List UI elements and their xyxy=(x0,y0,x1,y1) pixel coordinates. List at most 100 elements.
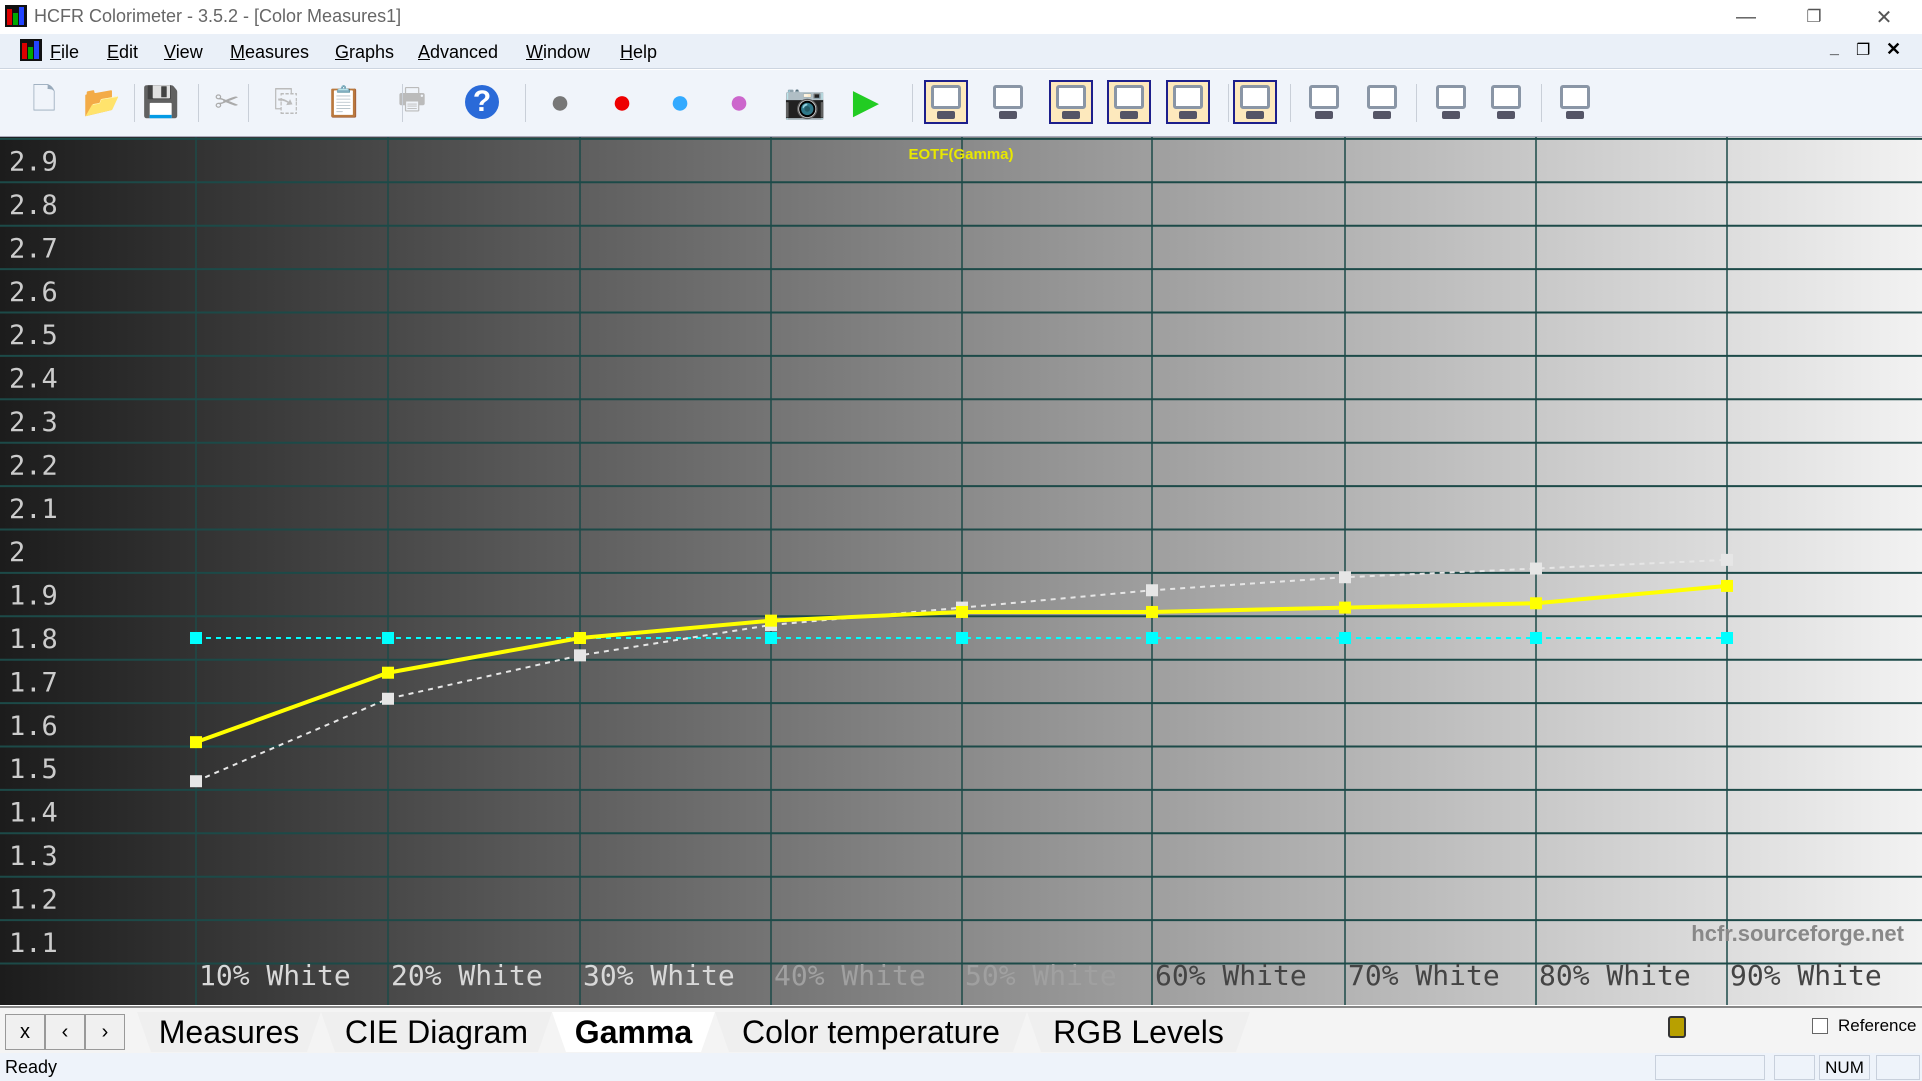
data-point xyxy=(1146,584,1158,597)
copy-button[interactable]: ⎘ xyxy=(264,80,308,124)
toolbar-separator xyxy=(1228,84,1229,122)
measure-saturation-button[interactable]: ● xyxy=(717,80,761,124)
near-black-view-button[interactable] xyxy=(1302,80,1346,124)
menu-label: raphs xyxy=(349,42,395,62)
measure-secondaries-button[interactable]: ● xyxy=(658,80,702,124)
app-icon xyxy=(5,5,27,27)
print-button[interactable]: 🖶 xyxy=(390,80,434,124)
document-icon xyxy=(20,39,42,61)
status-pane xyxy=(1774,1055,1815,1080)
save-disk-icon: 💾 xyxy=(142,85,180,119)
menu-window[interactable]: Window xyxy=(526,42,590,63)
y-tick-label: 2 xyxy=(9,537,25,568)
data-point xyxy=(1530,562,1542,575)
toolbar-separator xyxy=(525,84,526,122)
menu-measures[interactable]: Measures xyxy=(230,42,309,63)
status-pane xyxy=(1876,1055,1920,1080)
menu-edit[interactable]: Edit xyxy=(107,42,138,63)
capture-camera-icon: 📷 xyxy=(783,83,827,121)
minimize-button[interactable]: — xyxy=(1716,0,1776,34)
measure-grayscale-button[interactable]: ● xyxy=(538,80,582,124)
y-tick-label: 2.3 xyxy=(9,407,58,438)
paste-button[interactable]: 📋 xyxy=(322,80,366,124)
data-point xyxy=(1339,571,1351,584)
save-disk-button[interactable]: 💾 xyxy=(139,80,183,124)
sensor-icon xyxy=(1668,1016,1686,1038)
menu-accelerator: V xyxy=(164,42,176,62)
menu-label: ile xyxy=(61,42,80,62)
x-tick-label: 40% White xyxy=(774,959,926,992)
y-tick-label: 1.1 xyxy=(9,928,58,959)
data-point xyxy=(190,632,202,644)
data-point xyxy=(765,632,777,644)
reference-checkbox[interactable] xyxy=(1812,1018,1828,1034)
gamma-view-icon xyxy=(1054,83,1088,121)
menu-label: dit xyxy=(119,42,139,62)
prev-tab-button[interactable]: ‹ xyxy=(45,1014,85,1050)
toolbar-separator xyxy=(912,84,913,122)
capture-camera-button[interactable]: 📷 xyxy=(783,80,827,124)
tab-gamma[interactable]: Gamma xyxy=(552,1012,715,1052)
mdi-minimize-button[interactable]: _ xyxy=(1830,40,1839,58)
menu-label: easures xyxy=(245,42,310,62)
menu-view[interactable]: View xyxy=(164,42,203,63)
tab-measures[interactable]: Measures xyxy=(137,1012,321,1052)
x-tick-label: 60% White xyxy=(1155,959,1307,992)
data-point xyxy=(1530,597,1542,610)
menu-accelerator: M xyxy=(230,42,245,62)
cie-diagram-view-button[interactable] xyxy=(1233,80,1277,124)
mdi-restore-button[interactable]: ❐ xyxy=(1856,40,1870,60)
menu-help[interactable]: Help xyxy=(620,42,657,63)
saturation-shift-view-button[interactable] xyxy=(1484,80,1528,124)
data-point xyxy=(382,666,394,679)
restore-button[interactable]: ❐ xyxy=(1784,0,1844,34)
close-button[interactable]: ✕ xyxy=(1854,0,1914,34)
next-tab-button[interactable]: › xyxy=(85,1014,125,1050)
menu-accelerator: H xyxy=(620,42,633,62)
saturation-luminance-view-button[interactable] xyxy=(1429,80,1473,124)
chart-background xyxy=(0,137,1922,1005)
toolbar-separator xyxy=(198,84,199,122)
y-tick-label: 2.4 xyxy=(9,364,58,395)
data-point xyxy=(1146,605,1158,618)
measure-saturation-icon: ● xyxy=(728,82,750,121)
menu-file[interactable]: File xyxy=(50,42,79,63)
menu-accelerator: E xyxy=(107,42,120,62)
near-white-view-button[interactable] xyxy=(1360,80,1404,124)
data-point xyxy=(190,736,202,749)
rgb-levels-view-button[interactable] xyxy=(1107,80,1151,124)
close-tab-button[interactable]: x xyxy=(5,1014,45,1050)
tab-cie-diagram[interactable]: CIE Diagram xyxy=(321,1012,552,1052)
open-folder-button[interactable]: 📂 xyxy=(80,80,124,124)
data-point xyxy=(1339,632,1351,644)
tab-bar: x ‹ › Measures CIE Diagram Gamma Color temp… xyxy=(0,1006,1922,1053)
menu-bar: File Edit View Measures Graphs Advanced Window… xyxy=(0,34,1922,69)
cut-scissors-icon: ✂ xyxy=(214,85,240,119)
cut-scissors-button[interactable]: ✂ xyxy=(205,80,249,124)
open-folder-icon: 📂 xyxy=(83,85,121,119)
gamma-chart: 2.9 2.8 2.7 2.6 2.5 2.4 2.3 2.2 2.1 2 1.9 1.8 1.7 1.6… xyxy=(0,137,1922,1005)
mdi-close-button[interactable]: ✕ xyxy=(1886,39,1901,60)
measures-view-button[interactable] xyxy=(924,80,968,124)
menu-accelerator: A xyxy=(418,42,431,62)
x-tick-label: 80% White xyxy=(1539,959,1691,992)
luminance-view-button[interactable] xyxy=(986,80,1030,124)
measures-combo-view-button[interactable] xyxy=(1553,80,1597,124)
y-tick-label: 2.9 xyxy=(9,147,58,178)
run-play-button[interactable]: ▶ xyxy=(844,80,888,124)
menu-graphs[interactable]: Graphs xyxy=(335,42,394,63)
data-point xyxy=(1339,601,1351,614)
data-point xyxy=(574,632,586,644)
menu-advanced[interactable]: Advanced xyxy=(418,42,498,63)
tab-rgb-levels[interactable]: RGB Levels xyxy=(1027,1012,1250,1052)
new-document-button[interactable]: 🗋 xyxy=(22,80,66,124)
measure-primaries-icon: ● xyxy=(611,82,633,121)
gamma-view-button[interactable] xyxy=(1049,80,1093,124)
measure-secondaries-icon: ● xyxy=(669,82,691,121)
measures-combo-view-icon xyxy=(1558,83,1592,121)
measure-primaries-button[interactable]: ● xyxy=(600,80,644,124)
color-temperature-view-button[interactable] xyxy=(1166,80,1210,124)
tab-color-temperature[interactable]: Color temperature xyxy=(715,1012,1027,1052)
help-button[interactable]: ? xyxy=(460,80,504,124)
y-tick-label: 1.4 xyxy=(9,798,58,829)
